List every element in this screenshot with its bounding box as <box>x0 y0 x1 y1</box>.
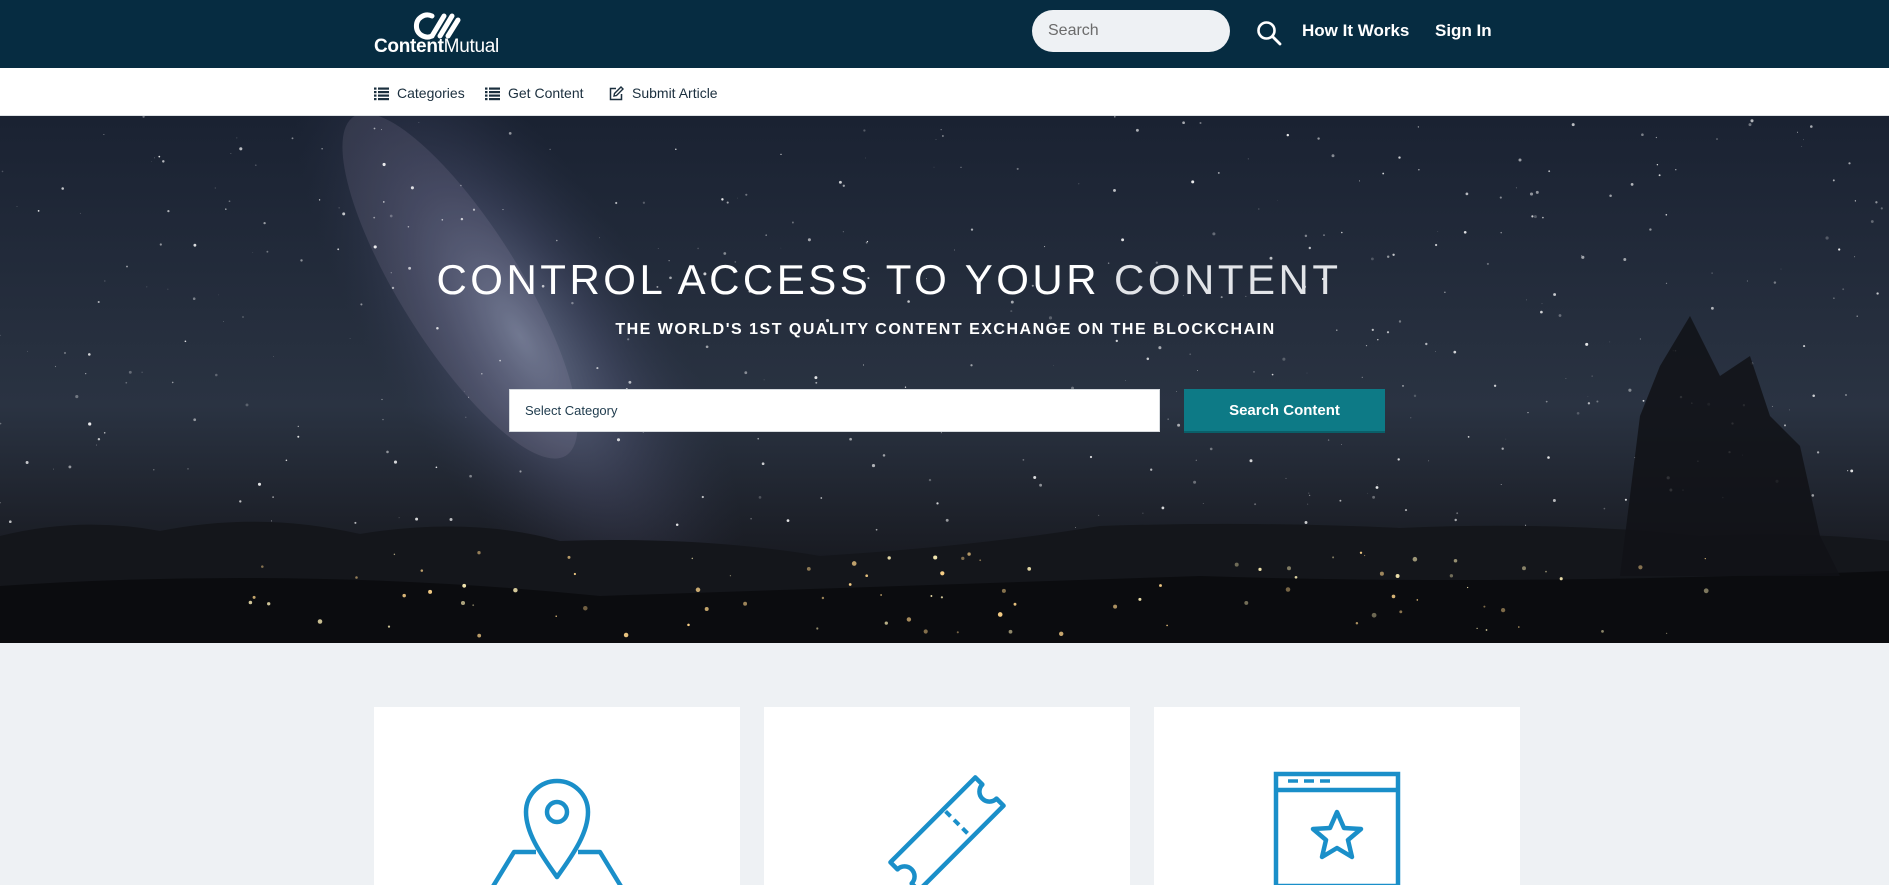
submit-article-label: Submit Article <box>632 85 718 101</box>
logo[interactable]: ContentMutual <box>374 12 499 57</box>
search-icon[interactable] <box>1256 20 1282 46</box>
hero-title: CONTROL ACCESS TO YOUR CONTENT <box>436 256 1342 303</box>
sign-in-link[interactable]: Sign In <box>1435 21 1492 41</box>
hero-subtitle: THE WORLD'S 1ST QUALITY CONTENT EXCHANGE… <box>615 321 1276 338</box>
category-select[interactable]: Select Category <box>509 389 1160 432</box>
search-content-button[interactable]: Search Content <box>1184 389 1385 433</box>
get-content-label: Get Content <box>508 85 584 101</box>
list-icon <box>485 87 500 100</box>
list-icon <box>374 87 389 100</box>
feature-card-ticket <box>764 707 1130 885</box>
ticket-icon <box>888 775 1006 885</box>
feature-card-featured <box>1154 707 1520 885</box>
categories-label: Categories <box>397 85 465 101</box>
logo-text: ContentMutual <box>374 36 499 57</box>
top-navbar: ContentMutual How It Works Sign In <box>0 0 1889 68</box>
night-sky-background <box>0 116 1889 643</box>
edit-icon <box>609 85 624 100</box>
map-pin-icon <box>491 778 623 885</box>
feature-card-location <box>374 707 740 885</box>
hero-banner: CONTROL ACCESS TO YOUR CONTENT THE WORLD'… <box>0 116 1889 643</box>
sub-navbar: Categories Get Content Submit Article <box>0 68 1889 116</box>
how-it-works-link[interactable]: How It Works <box>1302 21 1409 41</box>
browser-star-icon <box>1273 771 1401 885</box>
categories-link[interactable]: Categories <box>374 83 465 103</box>
get-content-link[interactable]: Get Content <box>485 83 584 103</box>
search-input[interactable] <box>1032 10 1230 52</box>
submit-article-link[interactable]: Submit Article <box>609 83 718 103</box>
